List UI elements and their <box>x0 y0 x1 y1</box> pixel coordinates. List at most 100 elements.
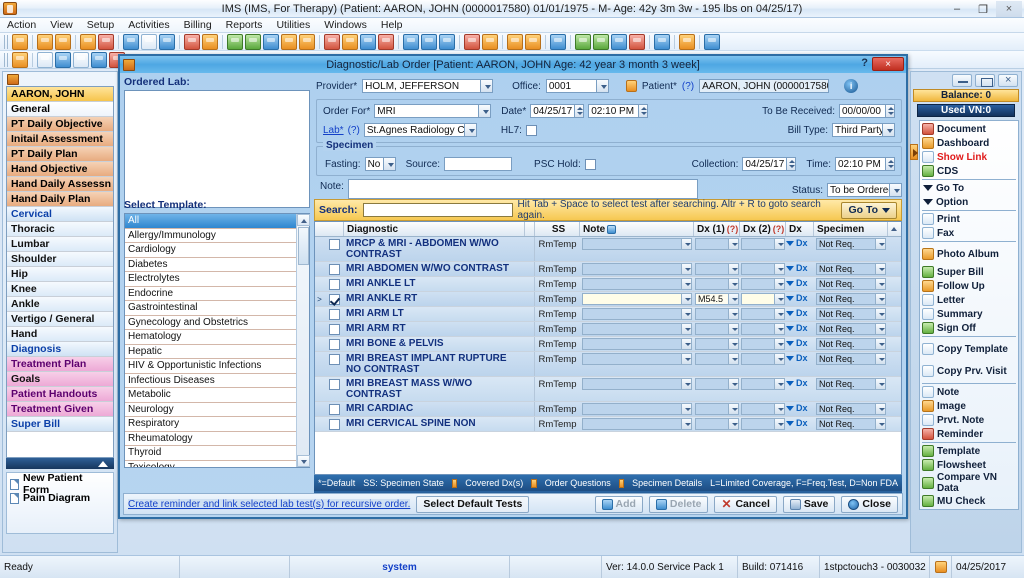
spinner-arrows-icon[interactable] <box>885 157 895 171</box>
chevron-down-icon[interactable] <box>728 263 739 275</box>
order-time-spinner[interactable]: 02:10 PM <box>588 104 649 118</box>
lab-label[interactable]: Lab* <box>323 125 344 136</box>
row-dx2-cell[interactable] <box>740 292 786 306</box>
to-be-received-spinner[interactable]: 00/00/00 <box>839 104 895 118</box>
panel-minimize-button[interactable] <box>952 74 972 87</box>
row-checkbox[interactable] <box>328 264 340 275</box>
bill-type-combo[interactable]: Third Party <box>832 123 895 137</box>
row-dx1-cell[interactable] <box>694 277 740 291</box>
row-dx2-cell[interactable] <box>740 277 786 291</box>
spinner-arrows-icon[interactable] <box>786 157 797 171</box>
sidebar-item-ankle[interactable]: Ankle <box>7 297 113 312</box>
folder-icon[interactable] <box>482 33 498 50</box>
provider-combo[interactable]: HOLM, JEFFERSON <box>362 79 494 93</box>
panel-item-summary[interactable]: Summary <box>920 307 1018 321</box>
row-dx-cell[interactable]: Dx <box>786 337 814 351</box>
row-checkbox-cell[interactable] <box>324 262 344 276</box>
dx2-help-marker[interactable]: (?) <box>773 224 785 234</box>
scroll-thumb[interactable] <box>298 227 309 265</box>
chevron-down-icon[interactable] <box>786 266 794 271</box>
search-input[interactable] <box>362 203 513 217</box>
panel-item-reminder[interactable]: Reminder <box>920 427 1018 441</box>
note-input[interactable] <box>347 179 698 199</box>
menu-item-action[interactable]: Action <box>6 19 37 31</box>
sidebar-item-cervical[interactable]: Cervical <box>7 207 113 222</box>
chevron-down-icon[interactable] <box>786 421 794 426</box>
chevron-down-icon[interactable] <box>681 403 692 415</box>
table-row[interactable]: MRI BONE & PELVIS RmTemp Dx Not Req. <box>315 337 901 352</box>
back-arrow-icon[interactable] <box>403 33 419 50</box>
panel-item-fax[interactable]: Fax <box>920 226 1018 240</box>
panel-item-flowsheet[interactable]: Flowsheet <box>920 458 1018 472</box>
template-item-hiv-opportunistic[interactable]: HIV & Opportunistic Infections <box>125 359 296 374</box>
chevron-down-icon[interactable] <box>728 238 739 250</box>
previous-icon[interactable] <box>37 51 53 68</box>
row-note-cell[interactable] <box>580 277 694 291</box>
grid-header-dx1[interactable]: Dx (1) (?) <box>694 222 740 236</box>
template-item-rheumatology[interactable]: Rheumatology <box>125 432 296 446</box>
table-row[interactable]: MRI BREAST IMPLANT RUPTURE NO CONTRAST R… <box>315 352 901 377</box>
chevron-down-icon[interactable] <box>774 308 785 320</box>
add-button[interactable]: Add <box>594 495 643 513</box>
row-checkbox-cell[interactable] <box>324 337 344 351</box>
row-note-cell[interactable] <box>580 262 694 276</box>
row-dx2-cell[interactable] <box>740 322 786 336</box>
chevron-down-icon[interactable] <box>786 381 794 386</box>
template-list-scrollbar[interactable] <box>296 214 310 467</box>
row-dx2-cell[interactable] <box>740 307 786 321</box>
sidebar-item-hip[interactable]: Hip <box>7 267 113 282</box>
word-export-icon[interactable] <box>611 33 627 50</box>
chevron-down-icon[interactable] <box>875 238 886 250</box>
row-checkbox-cell[interactable] <box>324 322 344 336</box>
panel-item-follow-up[interactable]: Follow Up <box>920 279 1018 293</box>
sidebar-item-thoracic[interactable]: Thoracic <box>7 222 113 237</box>
row-checkbox[interactable] <box>328 239 340 250</box>
template-item-diabetes[interactable]: Diabetes <box>125 258 296 272</box>
row-dx2-cell[interactable] <box>740 417 786 431</box>
row-specimen-cell[interactable]: Not Req. <box>814 417 888 431</box>
office-combo[interactable]: 0001 <box>545 79 609 93</box>
sidebar-item-patient-handouts[interactable]: Patient Handouts <box>7 387 113 402</box>
panel-item-template[interactable]: Template <box>920 444 1018 458</box>
row-dx-label[interactable]: Dx <box>796 263 808 273</box>
row-checkbox-cell[interactable] <box>324 352 344 376</box>
row-note-cell[interactable] <box>580 352 694 376</box>
chevron-down-icon[interactable] <box>875 293 886 305</box>
row-specimen-cell[interactable]: Not Req. <box>814 262 888 276</box>
patient-icon[interactable] <box>12 33 28 50</box>
lab-help-marker[interactable]: (?) <box>348 125 360 136</box>
row-dx-label[interactable]: Dx <box>796 338 808 348</box>
chevron-down-icon[interactable] <box>480 79 494 93</box>
row-dx-label[interactable]: Dx <box>796 353 808 363</box>
edit-patient-icon[interactable] <box>55 33 71 50</box>
sidebar-item-hand-daily-assessment[interactable]: Hand Daily Assessn <box>7 177 113 192</box>
row-dx1-cell[interactable] <box>694 352 740 376</box>
panel-expand-arrow[interactable] <box>910 144 918 160</box>
panel-item-photo-album[interactable]: Photo Album <box>920 243 1018 265</box>
order-date-spinner[interactable]: 04/25/17 <box>530 104 585 118</box>
chevron-down-icon[interactable] <box>786 311 794 316</box>
chevron-down-icon[interactable] <box>463 123 477 137</box>
edit-icon[interactable] <box>55 51 71 68</box>
sidebar-scroll-up[interactable] <box>6 458 114 469</box>
row-dx-cell[interactable]: Dx <box>786 417 814 431</box>
chevron-down-icon[interactable] <box>774 278 785 290</box>
delete-button[interactable]: Delete <box>648 495 709 513</box>
panel-item-compare-vn-data[interactable]: Compare VN Data <box>920 472 1018 494</box>
sidebar-item-vertigo-general[interactable]: Vertigo / General <box>7 312 113 327</box>
insurance-icon[interactable] <box>263 33 279 50</box>
template-item-thyroid[interactable]: Thyroid <box>125 446 296 461</box>
row-specimen-cell[interactable]: Not Req. <box>814 307 888 321</box>
row-checkbox[interactable] <box>328 294 340 305</box>
statement-icon[interactable] <box>299 33 315 50</box>
info-icon[interactable]: i <box>844 79 859 93</box>
row-note-cell[interactable] <box>580 402 694 416</box>
chevron-down-icon[interactable] <box>774 338 785 350</box>
panel-item-go-to[interactable]: Go To <box>920 181 1018 195</box>
grid-header-ss[interactable]: SS <box>535 222 580 236</box>
exit-icon[interactable] <box>704 33 720 50</box>
row-checkbox-cell[interactable] <box>324 377 344 401</box>
cancel-button[interactable]: ✕ Cancel <box>714 495 777 513</box>
claim-icon[interactable] <box>281 33 297 50</box>
chevron-down-icon[interactable] <box>774 293 785 305</box>
